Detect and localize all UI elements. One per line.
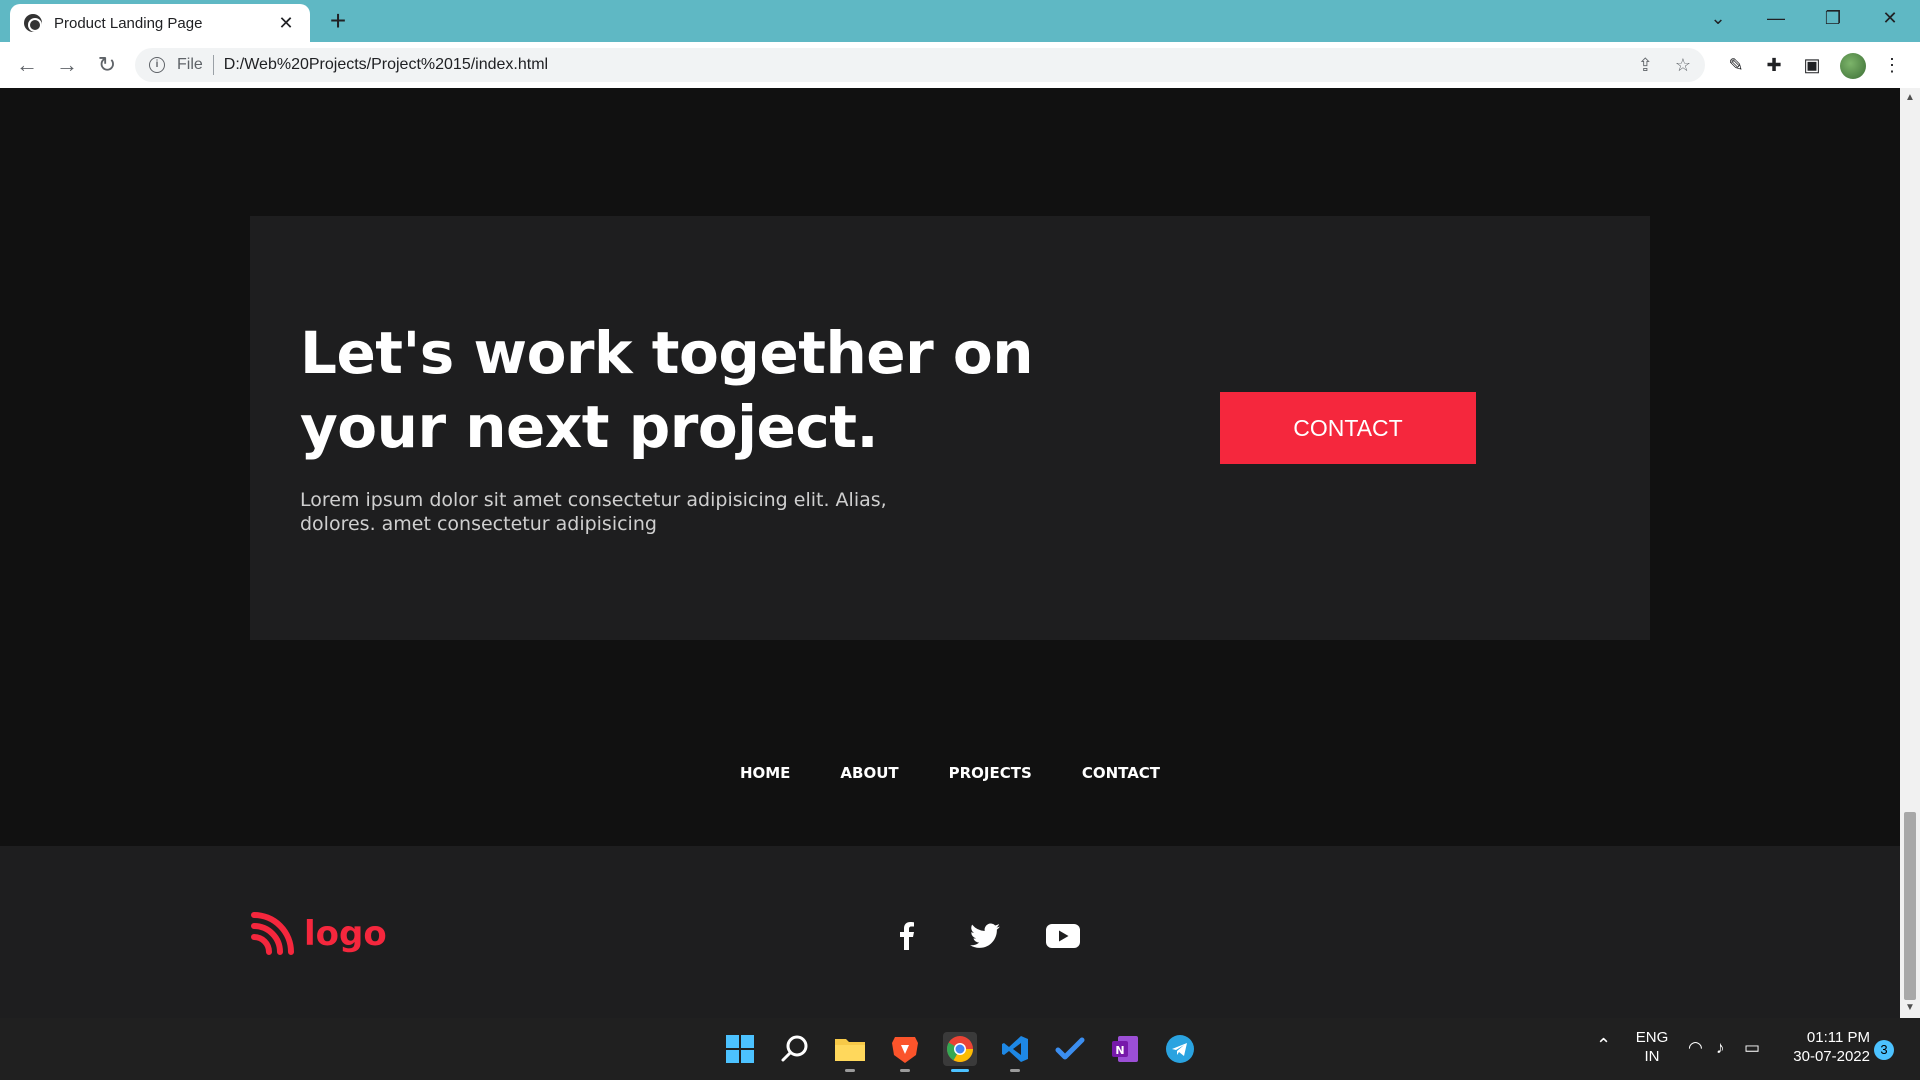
footer-nav: HOME ABOUT PROJECTS CONTACT <box>0 764 1900 782</box>
vscode-icon[interactable] <box>998 1032 1032 1072</box>
restore-button[interactable]: ❐ <box>1813 6 1853 30</box>
scroll-down-arrow-icon[interactable]: ▼ <box>1905 1002 1915 1013</box>
reload-icon[interactable]: ↻ <box>92 50 122 80</box>
social-links <box>890 920 1080 952</box>
logo-text: logo <box>304 914 387 954</box>
address-scheme: File <box>177 56 203 73</box>
scrollbar-thumb[interactable] <box>1904 812 1916 1000</box>
browser-tab[interactable]: Product Landing Page ✕ <box>10 4 310 42</box>
language-indicator[interactable]: ENG IN <box>1632 1028 1672 1066</box>
footer-nav-about[interactable]: ABOUT <box>840 764 898 782</box>
file-explorer-indicator <box>845 1069 855 1072</box>
chrome-indicator <box>951 1069 969 1072</box>
volume-icon[interactable]: ♪ <box>1716 1038 1725 1057</box>
footer-nav-home[interactable]: HOME <box>740 764 790 782</box>
share-icon[interactable]: ⇪ <box>1638 55 1653 76</box>
clock-date: 30-07-2022 <box>1793 1048 1870 1065</box>
windows-start-icon[interactable] <box>723 1032 757 1066</box>
menu-kebab-icon[interactable]: ⋮ <box>1880 54 1904 76</box>
chrome-icon[interactable] <box>943 1032 977 1072</box>
extension-eyedropper-icon[interactable]: ✎ <box>1724 54 1748 76</box>
svg-text:N: N <box>1115 1044 1124 1057</box>
tab-title: Product Landing Page <box>54 14 203 32</box>
extensions-puzzle-icon[interactable]: ✚ <box>1762 54 1786 76</box>
notification-badge[interactable]: 3 <box>1874 1040 1894 1060</box>
cta-panel: Let's work together on your next project… <box>250 216 1650 640</box>
facebook-icon[interactable] <box>890 920 924 952</box>
clock[interactable]: 01:11 PM 30-07-2022 <box>1780 1028 1870 1066</box>
battery-icon[interactable]: ▭ <box>1744 1038 1760 1057</box>
forward-icon[interactable]: → <box>52 50 82 80</box>
side-panel-icon[interactable]: ▣ <box>1800 54 1824 76</box>
contact-button[interactable]: CONTACT <box>1220 392 1476 464</box>
profile-avatar[interactable] <box>1840 53 1866 79</box>
new-tab-button[interactable]: + <box>324 6 352 36</box>
tab-close-icon[interactable]: ✕ <box>276 13 296 34</box>
minimize-button[interactable]: — <box>1756 6 1796 30</box>
close-window-button[interactable]: ✕ <box>1870 6 1910 30</box>
rss-logo-icon <box>251 912 294 955</box>
youtube-icon[interactable] <box>1046 920 1080 952</box>
cta-heading: Let's work together on your next project… <box>300 319 1034 461</box>
page-scrollbar[interactable]: ▲ ▼ <box>1900 88 1920 1018</box>
windows-taskbar: N ⌃ ENG IN ◠ ♪ ▭ 01:11 PM 30-07-2022 3 <box>0 1018 1920 1080</box>
telegram-icon[interactable] <box>1163 1032 1197 1066</box>
wifi-icon[interactable]: ◠ <box>1688 1038 1703 1057</box>
page-viewport: Let's work together on your next project… <box>0 88 1900 1018</box>
address-bar[interactable]: i File D:/Web%20Projects/Project%2015/in… <box>135 48 1705 82</box>
footer-nav-contact[interactable]: CONTACT <box>1082 764 1160 782</box>
site-footer: logo <box>0 846 1900 1018</box>
address-divider <box>212 55 214 75</box>
onenote-icon[interactable]: N <box>1108 1032 1142 1066</box>
twitter-icon[interactable] <box>968 920 1002 952</box>
language-region: IN <box>1644 1048 1660 1065</box>
search-icon[interactable] <box>778 1032 812 1066</box>
back-icon[interactable]: ← <box>12 50 42 80</box>
globe-icon <box>24 14 42 32</box>
tab-list-button[interactable]: ⌄ <box>1698 6 1738 30</box>
clock-time: 01:11 PM <box>1806 1029 1870 1046</box>
footer-nav-projects[interactable]: PROJECTS <box>949 764 1032 782</box>
browser-titlebar: Product Landing Page ✕ + ⌄ — ❐ ✕ <box>0 0 1920 42</box>
brave-icon[interactable] <box>888 1032 922 1072</box>
language-code: ENG <box>1635 1029 1669 1046</box>
info-icon[interactable]: i <box>149 57 165 73</box>
todo-icon[interactable] <box>1053 1032 1087 1066</box>
brave-indicator <box>900 1069 910 1072</box>
address-url[interactable]: D:/Web%20Projects/Project%2015/index.htm… <box>224 56 1616 74</box>
browser-toolbar: ← → ↻ i File D:/Web%20Projects/Project%2… <box>0 42 1920 88</box>
site-logo[interactable]: logo <box>250 912 387 956</box>
vscode-indicator <box>1010 1069 1020 1072</box>
show-hidden-icons-chevron-icon[interactable]: ⌃ <box>1596 1036 1611 1055</box>
scroll-up-arrow-icon[interactable]: ▲ <box>1905 92 1915 103</box>
bookmark-star-icon[interactable]: ☆ <box>1675 55 1691 76</box>
cta-body-text: Lorem ipsum dolor sit amet consectetur a… <box>300 489 887 535</box>
file-explorer-icon[interactable] <box>833 1032 867 1072</box>
